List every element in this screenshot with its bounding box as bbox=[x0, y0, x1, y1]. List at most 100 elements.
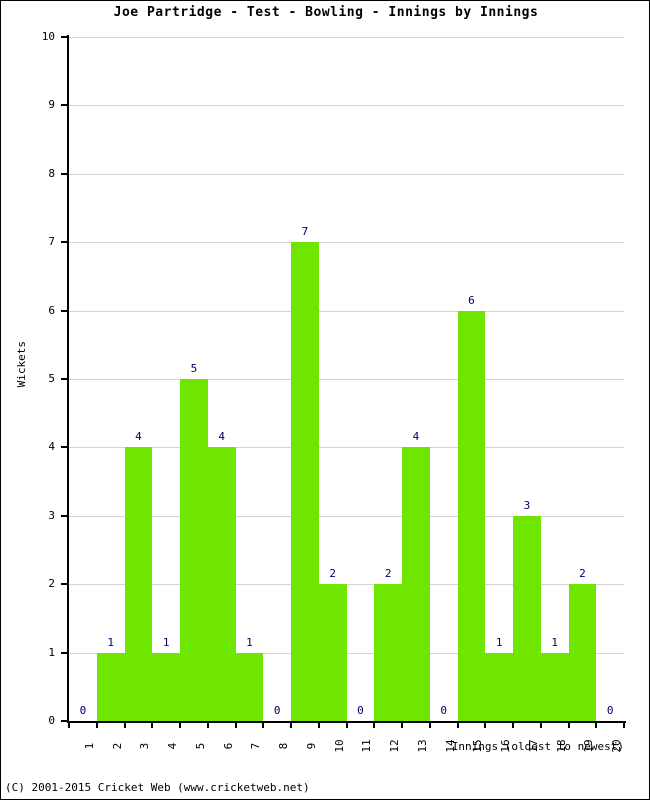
x-tick-label: 15 bbox=[471, 739, 485, 753]
bar-value-label: 0 bbox=[440, 704, 447, 717]
bar-value-label: 3 bbox=[523, 498, 531, 512]
bar-value-label: 6 bbox=[468, 293, 475, 307]
bar[interactable] bbox=[568, 584, 597, 721]
x-tick-mark bbox=[345, 721, 348, 728]
x-tick-mark bbox=[512, 721, 514, 728]
bar[interactable] bbox=[235, 652, 264, 721]
bar-value-label: 2 bbox=[329, 567, 336, 581]
gridline bbox=[69, 173, 624, 175]
bar-value-label: 0 bbox=[79, 704, 87, 717]
bar[interactable] bbox=[152, 652, 180, 721]
bar-value-label: 0 bbox=[606, 704, 614, 717]
y-tick-mark bbox=[61, 36, 69, 38]
bar-value-label: 7 bbox=[301, 225, 309, 239]
x-tick-label: 3 bbox=[138, 742, 152, 750]
chart-title: Joe Partridge - Test - Bowling - Innings… bbox=[113, 5, 539, 20]
x-tick-mark bbox=[262, 721, 265, 728]
x-tick-mark bbox=[567, 721, 570, 728]
bar[interactable] bbox=[513, 515, 541, 721]
bar[interactable] bbox=[374, 584, 402, 721]
gridline bbox=[69, 447, 624, 449]
x-tick-mark bbox=[456, 721, 459, 728]
bar-value-label: 4 bbox=[412, 430, 420, 444]
bar-value-label: 1 bbox=[551, 635, 558, 649]
y-tick-mark bbox=[61, 378, 69, 380]
y-tick-label: 10 bbox=[41, 30, 55, 43]
gridline bbox=[69, 310, 624, 312]
gridline bbox=[69, 515, 624, 517]
y-tick-mark bbox=[61, 514, 69, 517]
bar[interactable] bbox=[318, 584, 347, 721]
x-tick-mark bbox=[484, 721, 487, 728]
gridline bbox=[69, 37, 624, 38]
bar-value-label: 1 bbox=[107, 635, 114, 649]
gridline bbox=[69, 242, 624, 244]
y-tick-label: 8 bbox=[48, 166, 55, 180]
bowling-innings-chart: Joe Partridge - Test - Bowling - Innings… bbox=[0, 0, 650, 800]
x-tick-mark bbox=[151, 721, 154, 728]
copyright-footer: (C) 2001-2015 Cricket Web (www.cricketwe… bbox=[5, 781, 310, 794]
bar-value-label: 0 bbox=[357, 704, 364, 717]
bar-value-label: 5 bbox=[190, 362, 198, 375]
y-tick-mark bbox=[61, 241, 69, 244]
x-tick-mark bbox=[179, 721, 181, 728]
bar-value-label: 4 bbox=[218, 430, 225, 444]
bar[interactable] bbox=[124, 447, 153, 721]
x-tick-label: 20 bbox=[610, 739, 624, 753]
x-tick-mark bbox=[68, 721, 70, 728]
bar-value-label: 1 bbox=[495, 635, 503, 649]
bar[interactable] bbox=[540, 652, 569, 721]
x-tick-mark bbox=[623, 721, 625, 728]
x-tick-label: 12 bbox=[388, 739, 402, 753]
x-tick-mark bbox=[290, 721, 292, 728]
y-tick-mark bbox=[61, 583, 69, 586]
bar-value-label: 4 bbox=[135, 430, 142, 444]
bar[interactable] bbox=[207, 447, 236, 721]
x-tick-mark bbox=[206, 721, 209, 728]
x-tick-label: 18 bbox=[554, 739, 568, 753]
gridline bbox=[69, 105, 624, 107]
bar[interactable] bbox=[457, 310, 486, 721]
gridline bbox=[69, 584, 624, 586]
bar-value-label: 1 bbox=[162, 635, 170, 649]
x-tick-label: 13 bbox=[415, 739, 429, 753]
bar-value-label: 2 bbox=[579, 567, 586, 581]
x-tick-mark bbox=[373, 721, 376, 728]
x-tick-label: 7 bbox=[249, 742, 263, 750]
bar[interactable] bbox=[402, 447, 430, 721]
x-tick-label: 4 bbox=[166, 742, 180, 750]
bar[interactable] bbox=[96, 652, 125, 721]
x-tick-label: 10 bbox=[332, 739, 346, 753]
x-tick-label: 14 bbox=[443, 739, 457, 753]
y-tick-label: 9 bbox=[48, 98, 55, 112]
x-tick-mark bbox=[234, 721, 237, 728]
x-tick-label: 8 bbox=[277, 742, 291, 750]
y-tick-mark bbox=[61, 172, 69, 175]
y-tick-mark bbox=[61, 446, 69, 449]
x-tick-mark bbox=[95, 721, 98, 728]
x-tick-label: 17 bbox=[526, 739, 540, 753]
y-tick-mark bbox=[61, 651, 69, 654]
bar[interactable] bbox=[180, 379, 208, 721]
plot-area bbox=[69, 37, 624, 721]
y-tick-label: 7 bbox=[48, 235, 55, 249]
x-tick-mark bbox=[401, 721, 403, 728]
x-tick-mark bbox=[595, 721, 598, 728]
y-tick-label: 3 bbox=[48, 508, 55, 522]
x-tick-mark bbox=[123, 721, 126, 728]
x-tick-mark bbox=[317, 721, 320, 728]
y-tick-label: 0 bbox=[48, 714, 55, 727]
x-tick-label: 9 bbox=[304, 742, 318, 750]
y-tick-label: 4 bbox=[48, 440, 55, 454]
bar[interactable] bbox=[291, 242, 319, 721]
y-tick-label: 6 bbox=[48, 303, 55, 317]
x-tick-label: 5 bbox=[193, 742, 207, 750]
x-tick-label: 16 bbox=[499, 739, 513, 753]
y-tick-label: 2 bbox=[48, 577, 55, 591]
bar[interactable] bbox=[485, 652, 513, 721]
x-tick-label: 1 bbox=[82, 742, 96, 750]
gridline bbox=[69, 379, 624, 380]
x-tick-label: 6 bbox=[221, 742, 235, 750]
x-tick-mark bbox=[539, 721, 542, 728]
x-tick-label: 2 bbox=[110, 742, 124, 750]
